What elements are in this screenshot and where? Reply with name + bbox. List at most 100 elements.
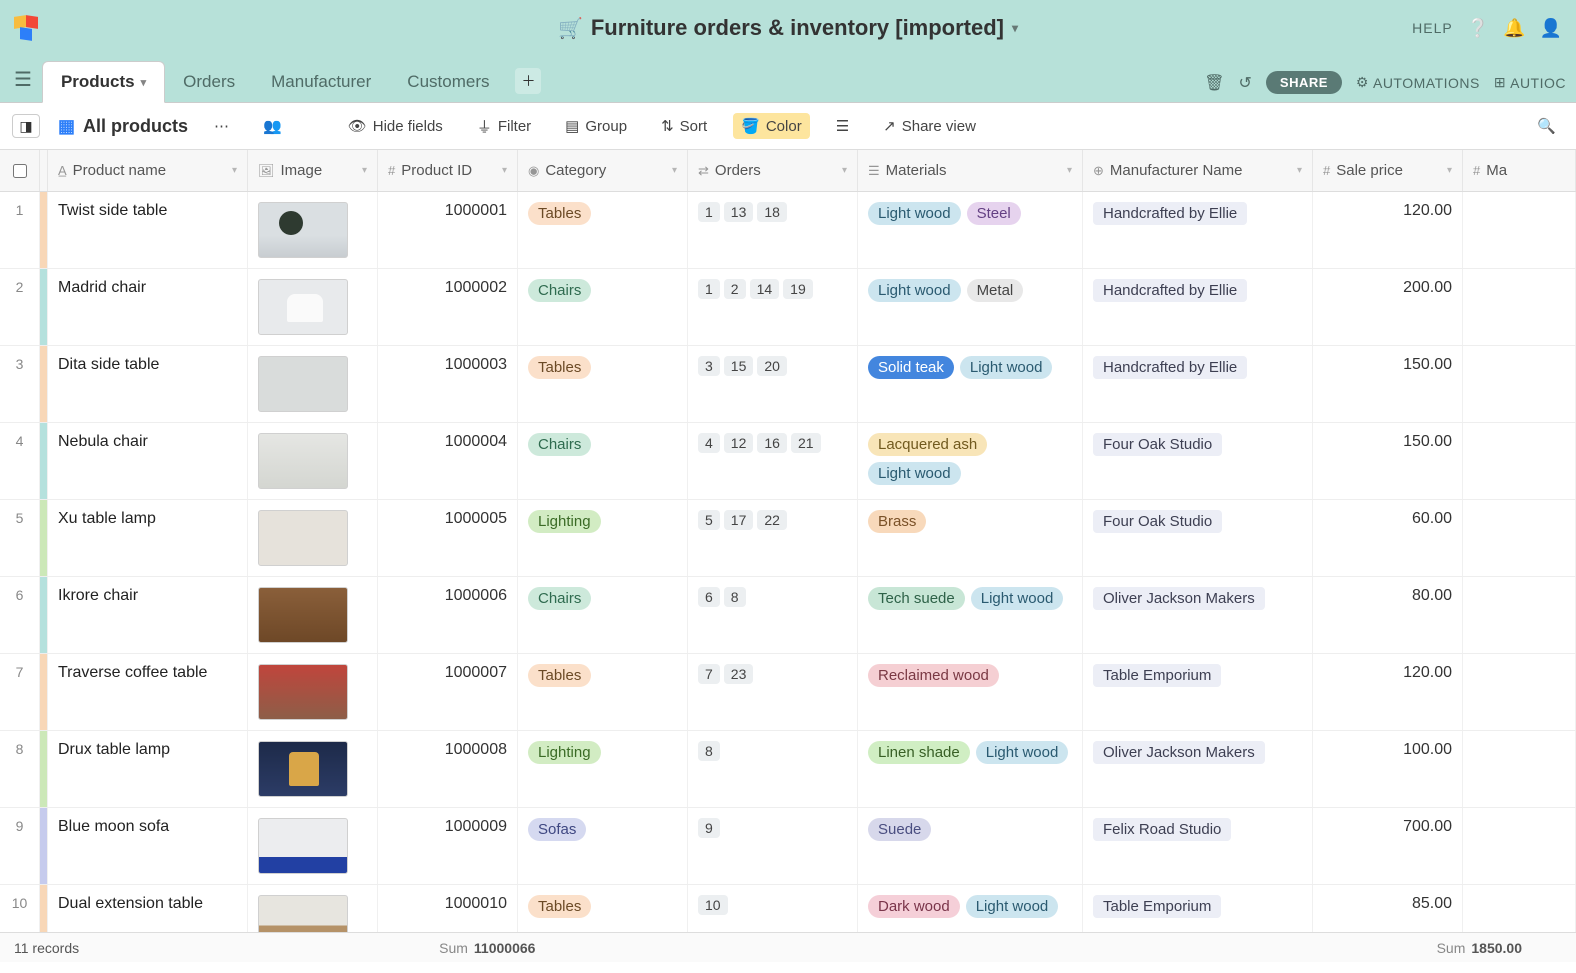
cell-category[interactable]: Sofas	[518, 808, 688, 884]
cell-category[interactable]: Lighting	[518, 500, 688, 576]
order-chip[interactable]: 2	[724, 279, 746, 299]
material-chip[interactable]: Light wood	[971, 587, 1064, 610]
order-chip[interactable]: 17	[724, 510, 754, 530]
cell-manufacturer[interactable]: Handcrafted by Ellie	[1083, 269, 1313, 345]
thumbnail[interactable]	[258, 510, 348, 566]
cell-extra[interactable]	[1463, 808, 1576, 884]
filter-button[interactable]: ⏚Filter	[469, 112, 539, 141]
cell-manufacturer[interactable]: Oliver Jackson Makers	[1083, 577, 1313, 653]
material-chip[interactable]: Light wood	[868, 279, 961, 302]
material-chip[interactable]: Light wood	[960, 356, 1053, 379]
table-row[interactable]: 8Drux table lamp1000008Lighting8Linen sh…	[0, 731, 1576, 808]
manufacturer-pill[interactable]: Handcrafted by Ellie	[1093, 356, 1247, 379]
cell-category[interactable]: Chairs	[518, 423, 688, 499]
cell-materials[interactable]: Light woodSteel	[858, 192, 1083, 268]
thumbnail[interactable]	[258, 741, 348, 797]
manufacturer-pill[interactable]: Four Oak Studio	[1093, 510, 1222, 533]
order-chip[interactable]: 21	[791, 433, 821, 453]
help-link[interactable]: HELP	[1412, 20, 1453, 36]
cell-product-id[interactable]: 1000006	[378, 577, 518, 653]
order-chip[interactable]: 19	[783, 279, 813, 299]
view-menu-button[interactable]: ⋯	[206, 113, 237, 139]
category-pill[interactable]: Tables	[528, 202, 591, 225]
cell-sale-price[interactable]: 120.00	[1313, 654, 1463, 730]
tab-orders[interactable]: Orders	[165, 61, 253, 102]
cell-manufacturer[interactable]: Four Oak Studio	[1083, 423, 1313, 499]
cell-orders[interactable]: 8	[688, 731, 858, 807]
cell-image[interactable]	[248, 654, 378, 730]
select-all-checkbox[interactable]	[0, 150, 40, 191]
cell-image[interactable]	[248, 423, 378, 499]
manufacturer-pill[interactable]: Handcrafted by Ellie	[1093, 279, 1247, 302]
order-chip[interactable]: 16	[757, 433, 787, 453]
autioc-link[interactable]: ⊞AUTIOC	[1494, 74, 1566, 91]
manufacturer-pill[interactable]: Oliver Jackson Makers	[1093, 741, 1265, 764]
column-category[interactable]: ◉Category▾	[518, 150, 688, 191]
cell-category[interactable]: Tables	[518, 192, 688, 268]
sum-product-id[interactable]: Sum11000066	[439, 940, 535, 956]
cell-extra[interactable]	[1463, 346, 1576, 422]
cell-product-name[interactable]: Dual extension table	[48, 885, 248, 932]
cell-image[interactable]	[248, 577, 378, 653]
sidebar-toggle[interactable]: ◨	[12, 114, 40, 138]
thumbnail[interactable]	[258, 202, 348, 258]
cell-image[interactable]	[248, 731, 378, 807]
order-chip[interactable]: 1	[698, 202, 720, 222]
tab-manufacturer[interactable]: Manufacturer	[253, 61, 389, 102]
order-chip[interactable]: 8	[724, 587, 746, 607]
cell-sale-price[interactable]: 200.00	[1313, 269, 1463, 345]
table-row[interactable]: 6Ikrore chair1000006Chairs68Tech suedeLi…	[0, 577, 1576, 654]
cell-product-name[interactable]: Dita side table	[48, 346, 248, 422]
manufacturer-pill[interactable]: Handcrafted by Ellie	[1093, 202, 1247, 225]
cell-sale-price[interactable]: 60.00	[1313, 500, 1463, 576]
sort-button[interactable]: ⇅Sort	[653, 113, 715, 139]
cell-materials[interactable]: Tech suedeLight wood	[858, 577, 1083, 653]
cell-sale-price[interactable]: 100.00	[1313, 731, 1463, 807]
order-chip[interactable]: 6	[698, 587, 720, 607]
cell-materials[interactable]: Light woodMetal	[858, 269, 1083, 345]
cell-image[interactable]	[248, 192, 378, 268]
cell-manufacturer[interactable]: Handcrafted by Ellie	[1083, 346, 1313, 422]
cell-materials[interactable]: Linen shadeLight wood	[858, 731, 1083, 807]
cell-extra[interactable]	[1463, 192, 1576, 268]
cell-product-id[interactable]: 1000005	[378, 500, 518, 576]
thumbnail[interactable]	[258, 356, 348, 412]
column-product-name[interactable]: A̲Product name▾	[48, 150, 248, 191]
cell-orders[interactable]: 4121621	[688, 423, 858, 499]
cell-extra[interactable]	[1463, 500, 1576, 576]
cell-image[interactable]	[248, 885, 378, 932]
cell-extra[interactable]	[1463, 654, 1576, 730]
thumbnail[interactable]	[258, 818, 348, 874]
column-orders[interactable]: ⇄Orders▾	[688, 150, 858, 191]
cell-category[interactable]: Lighting	[518, 731, 688, 807]
search-button[interactable]: 🔍	[1529, 113, 1564, 139]
cell-product-name[interactable]: Traverse coffee table	[48, 654, 248, 730]
category-pill[interactable]: Chairs	[528, 587, 591, 610]
cell-orders[interactable]: 68	[688, 577, 858, 653]
cell-orders[interactable]: 121419	[688, 269, 858, 345]
cell-manufacturer[interactable]: Table Emporium	[1083, 885, 1313, 932]
thumbnail[interactable]	[258, 587, 348, 643]
material-chip[interactable]: Light wood	[868, 462, 961, 485]
material-chip[interactable]: Dark wood	[868, 895, 960, 918]
manufacturer-pill[interactable]: Oliver Jackson Makers	[1093, 587, 1265, 610]
cell-materials[interactable]: Suede	[858, 808, 1083, 884]
order-chip[interactable]: 1	[698, 279, 720, 299]
order-chip[interactable]: 12	[724, 433, 754, 453]
table-row[interactable]: 9Blue moon sofa1000009Sofas9SuedeFelix R…	[0, 808, 1576, 885]
cell-manufacturer[interactable]: Oliver Jackson Makers	[1083, 731, 1313, 807]
add-table-button[interactable]: ＋	[515, 68, 541, 94]
cell-category[interactable]: Chairs	[518, 269, 688, 345]
cell-extra[interactable]	[1463, 731, 1576, 807]
material-chip[interactable]: Reclaimed wood	[868, 664, 999, 687]
order-chip[interactable]: 8	[698, 741, 720, 761]
notifications-icon[interactable]: 🔔	[1503, 18, 1525, 39]
cell-product-id[interactable]: 1000003	[378, 346, 518, 422]
share-button[interactable]: SHARE	[1266, 71, 1342, 94]
cell-image[interactable]	[248, 500, 378, 576]
cell-sale-price[interactable]: 80.00	[1313, 577, 1463, 653]
table-row[interactable]: 1Twist side table1000001Tables11318Light…	[0, 192, 1576, 269]
order-chip[interactable]: 3	[698, 356, 720, 376]
cell-product-id[interactable]: 1000001	[378, 192, 518, 268]
cell-orders[interactable]: 31520	[688, 346, 858, 422]
